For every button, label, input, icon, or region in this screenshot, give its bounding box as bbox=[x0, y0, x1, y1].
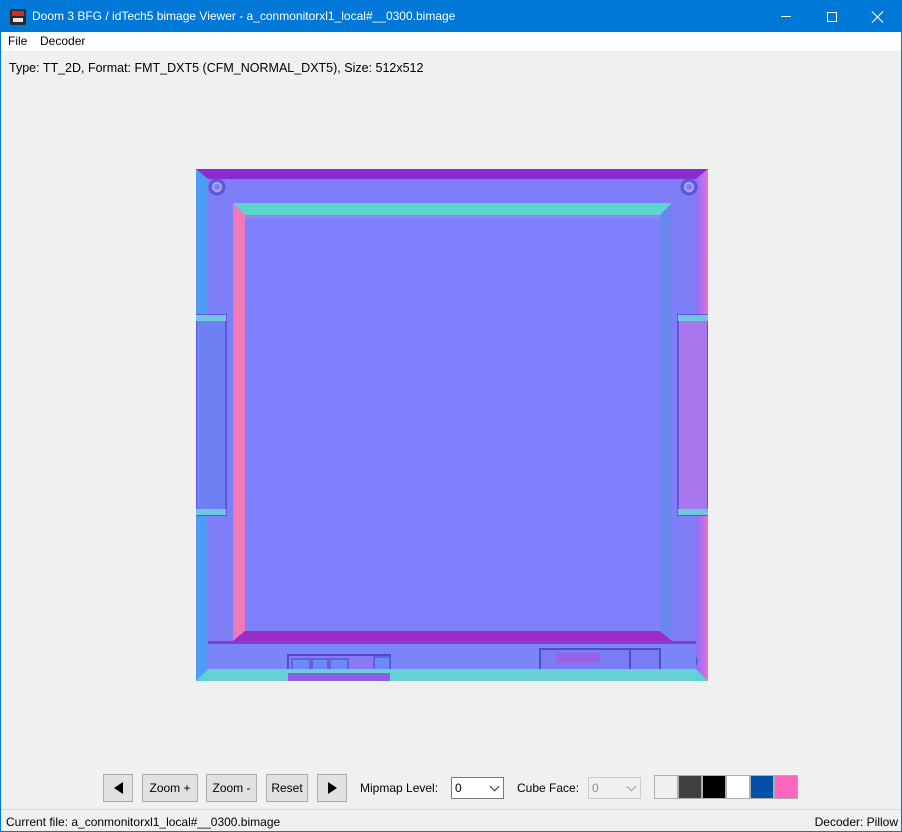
viewer-controls: Zoom + Zoom - Reset Mipmap Level: 0 Cube… bbox=[1, 771, 901, 805]
status-bar: Current file: a_conmonitorxl1_local#__03… bbox=[1, 809, 901, 831]
chevron-down-icon bbox=[626, 781, 637, 792]
normal-map-image bbox=[196, 169, 708, 681]
zoom-out-button[interactable]: Zoom - bbox=[206, 774, 257, 802]
status-current-file: Current file: a_conmonitorxl1_local#__03… bbox=[6, 815, 281, 829]
image-canvas[interactable] bbox=[196, 169, 708, 681]
cube-face-value: 0 bbox=[592, 781, 599, 795]
background-swatch[interactable] bbox=[750, 775, 774, 799]
background-swatch[interactable] bbox=[678, 775, 702, 799]
status-decoder: Decoder: Pillow bbox=[814, 815, 898, 829]
background-swatch[interactable] bbox=[726, 775, 750, 799]
next-button[interactable] bbox=[317, 774, 347, 802]
cube-face-label: Cube Face: bbox=[517, 781, 580, 795]
image-info: Type: TT_2D, Format: FMT_DXT5 (CFM_NORMA… bbox=[9, 61, 424, 75]
app-icon bbox=[10, 9, 26, 25]
minimize-button[interactable] bbox=[763, 1, 809, 32]
close-button[interactable] bbox=[855, 1, 901, 32]
mipmap-label: Mipmap Level: bbox=[360, 781, 439, 795]
window-title: Doom 3 BFG / idTech5 bimage Viewer - a_c… bbox=[32, 9, 456, 23]
background-swatch[interactable] bbox=[774, 775, 798, 799]
reset-button[interactable]: Reset bbox=[266, 774, 308, 802]
mipmap-value: 0 bbox=[455, 781, 462, 795]
menu-bar: File Decoder bbox=[1, 32, 901, 51]
title-bar[interactable]: Doom 3 BFG / idTech5 bimage Viewer - a_c… bbox=[1, 1, 901, 32]
maximize-icon bbox=[827, 11, 837, 22]
background-swatch[interactable] bbox=[654, 775, 678, 799]
zoom-in-button[interactable]: Zoom + bbox=[142, 774, 198, 802]
background-swatch[interactable] bbox=[702, 775, 726, 799]
triangle-left-icon bbox=[113, 782, 123, 794]
maximize-button[interactable] bbox=[809, 1, 855, 32]
previous-button[interactable] bbox=[103, 774, 133, 802]
minimize-icon bbox=[781, 16, 791, 17]
mipmap-select[interactable]: 0 bbox=[451, 777, 504, 799]
menu-decoder[interactable]: Decoder bbox=[40, 34, 85, 48]
chevron-down-icon bbox=[489, 781, 500, 792]
close-icon bbox=[872, 11, 884, 23]
menu-file[interactable]: File bbox=[8, 34, 27, 48]
cube-face-select[interactable]: 0 bbox=[588, 777, 641, 799]
app-window: Doom 3 BFG / idTech5 bimage Viewer - a_c… bbox=[0, 0, 902, 832]
triangle-right-icon bbox=[327, 782, 337, 794]
